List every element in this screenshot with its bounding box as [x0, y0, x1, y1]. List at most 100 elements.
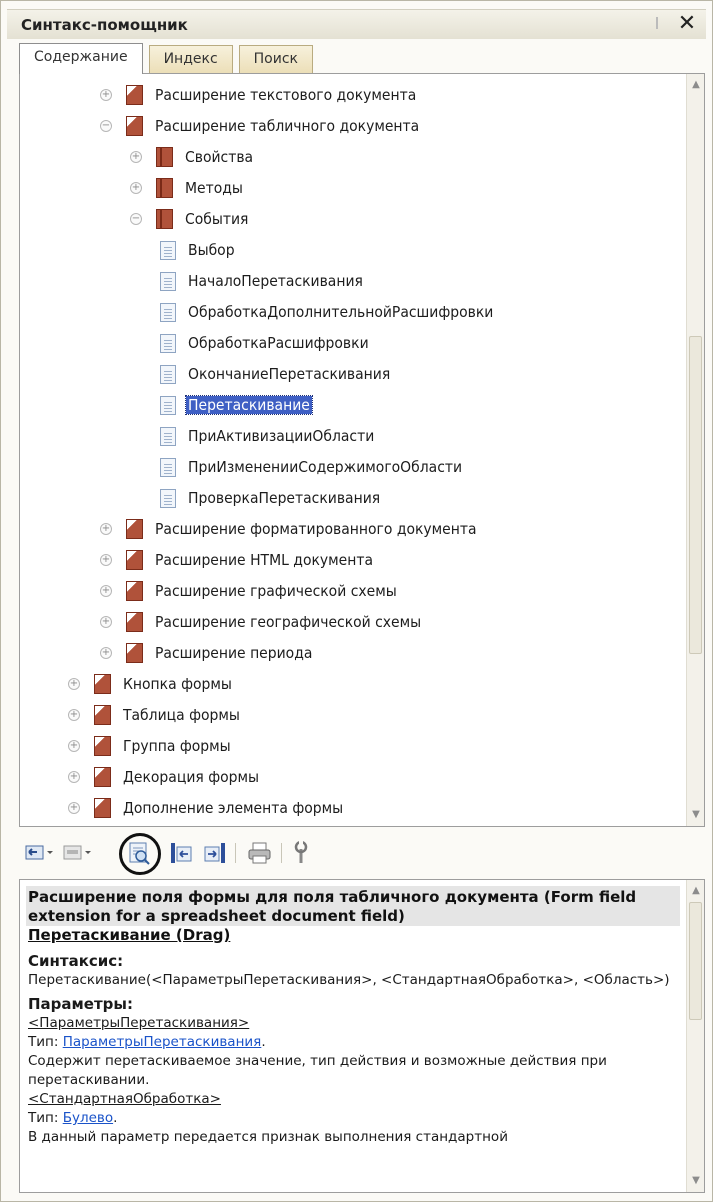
page-icon [160, 426, 176, 446]
tree-item[interactable]: + Расширение форматированного документа [100, 514, 477, 544]
scroll-down-icon[interactable]: ▼ [688, 1172, 704, 1190]
tree-item[interactable]: ПриАктивизацииОбласти [160, 421, 374, 451]
next-topic-icon[interactable] [203, 841, 227, 865]
param-type-label: Тип: [28, 1034, 63, 1050]
book-multi-icon [94, 736, 111, 756]
tab-search[interactable]: Поиск [238, 45, 314, 73]
expand-icon[interactable]: + [100, 616, 112, 628]
tree-item[interactable]: + Дополнение элемента формы [68, 793, 343, 823]
tree-item-label: Расширение графической схемы [155, 582, 397, 600]
tree-item-label: Выбор [188, 241, 235, 259]
scroll-up-icon[interactable]: ▲ [688, 76, 704, 94]
page-icon [160, 488, 176, 508]
tab-strip: Содержание Индекс Поиск [19, 43, 319, 74]
tree-item[interactable]: ПроверкаПеретаскивания [160, 483, 380, 513]
tree-item-label: Свойства [185, 148, 254, 166]
page-icon [160, 240, 176, 260]
collapse-icon[interactable]: − [130, 213, 142, 225]
description-heading: Расширение поля формы для поля табличног… [26, 886, 680, 926]
tree-item[interactable]: + Расширение графической схемы [100, 576, 397, 606]
tree-item[interactable]: Перетаскивание [160, 390, 313, 420]
tree-scroll-thumb[interactable] [689, 336, 702, 654]
tree-item[interactable]: + Расширение географической схемы [100, 607, 421, 637]
expand-icon[interactable]: + [130, 151, 142, 163]
tree-item[interactable]: + Кнопка формы [68, 669, 232, 699]
forward-icon[interactable] [63, 841, 93, 865]
help-toolbar [19, 831, 705, 877]
param-type-link[interactable]: Булево [63, 1110, 113, 1126]
tree-item[interactable]: + Группа формы [68, 731, 231, 761]
tree-item-label: НачалоПеретаскивания [188, 272, 363, 290]
window-title: Синтакс-помощник [21, 15, 188, 34]
tree-item[interactable]: − Расширение табличного документа [100, 111, 419, 141]
tree-item[interactable]: − События [130, 204, 248, 234]
expand-icon[interactable]: + [100, 89, 112, 101]
param-type-link[interactable]: ПараметрыПеретаскивания [63, 1034, 262, 1050]
topic-description: Расширение поля формы для поля табличног… [19, 879, 705, 1193]
previous-topic-icon[interactable] [169, 841, 193, 865]
book-multi-icon [94, 705, 111, 725]
expand-icon[interactable]: + [130, 182, 142, 194]
tree-item-label: ОкончаниеПеретаскивания [188, 365, 391, 383]
tree-item[interactable]: НачалоПеретаскивания [160, 266, 363, 296]
print-icon[interactable] [247, 841, 273, 865]
tree-item[interactable]: + Свойства [130, 142, 253, 172]
book-icon [156, 147, 173, 167]
tree-scrollbar[interactable]: ▲ ▼ [686, 74, 704, 826]
page-icon [160, 364, 176, 384]
collapse-icon[interactable]: − [100, 120, 112, 132]
book-multi-icon [126, 550, 143, 570]
tree-item[interactable]: + Расширение текстового документа [100, 80, 416, 110]
close-icon[interactable]: ✕ [674, 12, 700, 36]
param-type-label: Тип: [28, 1110, 63, 1126]
tree-item-label: ПриАктивизацииОбласти [188, 427, 375, 445]
tree-items: + Расширение текстового документа − Расшире… [20, 74, 686, 826]
expand-icon[interactable]: + [68, 771, 80, 783]
tree-item-label: Декорация формы [123, 768, 260, 786]
syntax-title: Синтаксис: [28, 952, 124, 970]
tab-index[interactable]: Индекс [148, 45, 233, 73]
expand-icon[interactable]: + [100, 523, 112, 535]
book-multi-icon [126, 85, 143, 105]
tree-item-label: Расширение HTML документа [155, 551, 374, 569]
tree-item-label: ОбработкаРасшифровки [188, 334, 369, 352]
param-type-line: Тип: ПараметрыПеретаскивания. [26, 1033, 680, 1052]
description-scroll-thumb[interactable] [689, 902, 702, 1020]
book-multi-icon [126, 581, 143, 601]
tree-item-label: Группа формы [123, 737, 231, 755]
page-icon [160, 271, 176, 291]
expand-icon[interactable]: + [68, 802, 80, 814]
page-icon [160, 302, 176, 322]
tree-item[interactable]: ПриИзмененииСодержимогоОбласти [160, 452, 462, 482]
tree-item[interactable]: + Расширение HTML документа [100, 545, 373, 575]
syntax-text: Перетаскивание(<ПараметрыПеретаскивания>… [28, 972, 670, 988]
tree-item[interactable]: ОкончаниеПеретаскивания [160, 359, 390, 389]
tree-item[interactable]: + Декорация формы [68, 762, 259, 792]
description-scrollbar[interactable]: ▲ ▼ [686, 880, 704, 1192]
tab-contents[interactable]: Содержание [19, 43, 143, 74]
back-icon[interactable] [25, 841, 55, 865]
highlight-circle [119, 833, 161, 875]
settings-icon[interactable] [291, 841, 311, 865]
tree-item[interactable]: Выбор [160, 235, 235, 265]
tree-item[interactable]: + Таблица формы [68, 700, 240, 730]
param-name: <СтандартнаяОбработка> [28, 1091, 221, 1107]
scroll-up-icon[interactable]: ▲ [688, 882, 704, 900]
tree-item[interactable]: + Расширение периода [100, 638, 312, 668]
scroll-down-icon[interactable]: ▼ [688, 806, 704, 824]
expand-icon[interactable]: + [100, 647, 112, 659]
expand-icon[interactable]: + [68, 678, 80, 690]
tree-item[interactable]: ОбработкаДополнительнойРасшифровки [160, 297, 493, 327]
tree-item[interactable]: ОбработкаРасшифровки [160, 328, 369, 358]
tree-item-label: ПриИзмененииСодержимогоОбласти [188, 458, 463, 476]
toolbar-separator [281, 843, 282, 863]
expand-icon[interactable]: + [100, 554, 112, 566]
expand-icon[interactable]: + [100, 585, 112, 597]
book-multi-icon [126, 519, 143, 539]
tree-item-label: Расширение форматированного документа [155, 520, 477, 538]
tree-item[interactable]: + Методы [130, 173, 243, 203]
expand-icon[interactable]: + [68, 740, 80, 752]
book-multi-icon [126, 643, 143, 663]
expand-icon[interactable]: + [68, 709, 80, 721]
book-multi-icon [126, 116, 143, 136]
